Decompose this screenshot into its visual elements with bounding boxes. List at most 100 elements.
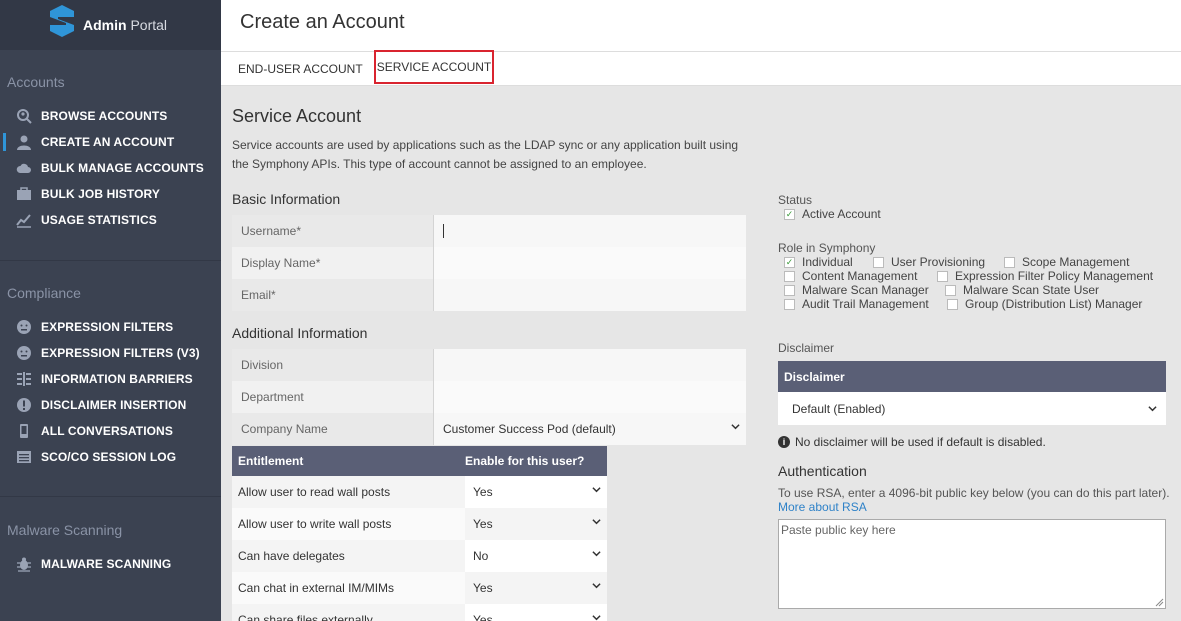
checkbox-label: Malware Scan State User bbox=[963, 283, 1100, 297]
checkbox-box bbox=[937, 270, 948, 282]
table-row: Can share files externally Yes bbox=[232, 604, 607, 621]
disclaimer-select[interactable]: Default (Enabled) bbox=[778, 392, 1166, 425]
nav-expression-filters[interactable]: EXPRESSION FILTERS bbox=[0, 314, 221, 340]
role-checkbox-audit-trail[interactable]: Audit Trail Management bbox=[784, 297, 929, 311]
disclaimer-panel: Disclaimer Default (Enabled) bbox=[778, 361, 1166, 425]
entitlements-table: Entitlement Enable for this user? Allow … bbox=[232, 446, 607, 621]
department-input[interactable] bbox=[434, 381, 746, 413]
nav-label: MALWARE SCANNING bbox=[41, 557, 172, 571]
nav-label: CREATE AN ACCOUNT bbox=[41, 135, 175, 149]
role-checkbox-malware-scan-manager[interactable]: Malware Scan Manager bbox=[784, 283, 929, 297]
section-label-accounts: Accounts bbox=[7, 74, 65, 90]
role-checkbox-expression-filter-policy[interactable]: Expression Filter Policy Management bbox=[937, 269, 1153, 283]
tab-end-user-account[interactable]: END-USER ACCOUNT bbox=[238, 52, 363, 85]
entitlement-select[interactable]: No bbox=[465, 540, 607, 572]
nav-label: BULK JOB HISTORY bbox=[41, 187, 160, 201]
nav-create-account[interactable]: CREATE AN ACCOUNT bbox=[0, 129, 221, 155]
checkbox-label: Scope Management bbox=[1022, 255, 1130, 269]
bug-icon bbox=[15, 555, 33, 573]
role-checkbox-group-manager[interactable]: Group (Distribution List) Manager bbox=[947, 297, 1142, 311]
chevron-down-icon bbox=[592, 583, 601, 589]
nav-expression-filters-v3[interactable]: EXPRESSION FILTERS (V3) bbox=[0, 340, 221, 366]
table-row: Allow user to write wall posts Yes bbox=[232, 508, 607, 540]
nav-label: ALL CONVERSATIONS bbox=[41, 424, 173, 438]
sidebar: Admin Portal Accounts BROWSE ACCOUNTS CR… bbox=[0, 0, 221, 621]
text-cursor bbox=[443, 224, 444, 238]
briefcase-icon bbox=[15, 185, 33, 203]
log-icon bbox=[15, 448, 33, 466]
chevron-down-icon bbox=[1148, 406, 1157, 412]
nav-information-barriers[interactable]: INFORMATION BARRIERS bbox=[0, 366, 221, 392]
company-name-select[interactable]: Customer Success Pod (default) bbox=[434, 413, 746, 445]
checkbox-label: Expression Filter Policy Management bbox=[955, 269, 1154, 283]
resize-grip-icon[interactable] bbox=[1154, 597, 1164, 607]
form-row-username: Username* bbox=[232, 215, 746, 247]
nav-sco-co-session-log[interactable]: SCO/CO SESSION LOG bbox=[0, 444, 221, 470]
role-checkbox-malware-scan-state-user[interactable]: Malware Scan State User bbox=[945, 283, 1099, 297]
nav-bulk-job-history[interactable]: BULK JOB HISTORY bbox=[0, 181, 221, 207]
page-title: Create an Account bbox=[240, 11, 405, 33]
display-name-input[interactable] bbox=[434, 247, 746, 279]
search-user-icon bbox=[15, 107, 33, 125]
nav-browse-accounts[interactable]: BROWSE ACCOUNTS bbox=[0, 103, 221, 129]
brand[interactable]: Admin Portal bbox=[0, 0, 221, 50]
nav-disclaimer-insertion[interactable]: DISCLAIMER INSERTION bbox=[0, 392, 221, 418]
sidebar-divider bbox=[0, 496, 221, 497]
username-input[interactable] bbox=[434, 215, 746, 247]
column-header-enable: Enable for this user? bbox=[465, 454, 585, 468]
checkbox-box bbox=[945, 284, 956, 296]
email-input[interactable] bbox=[434, 279, 746, 311]
basic-info-heading: Basic Information bbox=[232, 191, 341, 207]
column-header-entitlement: Entitlement bbox=[238, 454, 304, 468]
sidebar-divider bbox=[0, 260, 221, 261]
role-checkbox-user-provisioning[interactable]: User Provisioning bbox=[873, 255, 985, 269]
role-checkbox-content-management[interactable]: Content Management bbox=[784, 269, 917, 283]
division-input[interactable] bbox=[434, 349, 746, 381]
entitlement-select[interactable]: Yes bbox=[465, 604, 607, 621]
entitlement-select[interactable]: Yes bbox=[465, 476, 607, 508]
nav-label: EXPRESSION FILTERS bbox=[41, 320, 174, 334]
table-row: Can chat in external IM/MIMs Yes bbox=[232, 572, 607, 604]
field-label: Username* bbox=[232, 215, 434, 247]
entitlement-value: Yes bbox=[473, 581, 493, 595]
role-checkbox-individual[interactable]: ✓ Individual bbox=[784, 255, 853, 269]
entitlement-select[interactable]: Yes bbox=[465, 508, 607, 540]
nav-label: INFORMATION BARRIERS bbox=[41, 372, 193, 386]
nav-malware-scanning[interactable]: MALWARE SCANNING bbox=[0, 551, 221, 577]
main-content: Service Account Service accounts are use… bbox=[221, 86, 1181, 621]
entitlement-value: Yes bbox=[473, 517, 493, 531]
nav-usage-statistics[interactable]: USAGE STATISTICS bbox=[0, 207, 221, 233]
checkbox-box bbox=[784, 298, 795, 310]
nav-all-conversations[interactable]: ALL CONVERSATIONS bbox=[0, 418, 221, 444]
checkbox-label: Malware Scan Manager bbox=[802, 283, 929, 297]
section-title: Service Account bbox=[232, 106, 362, 126]
public-key-textarea[interactable] bbox=[778, 519, 1166, 609]
form-row-department: Department bbox=[232, 381, 746, 413]
entitlement-label: Can have delegates bbox=[232, 540, 465, 572]
entitlement-select[interactable]: Yes bbox=[465, 572, 607, 604]
table-row: Can have delegates No bbox=[232, 540, 607, 572]
checkbox-label: User Provisioning bbox=[891, 255, 986, 269]
nav-bulk-manage-accounts[interactable]: BULK MANAGE ACCOUNTS bbox=[0, 155, 221, 181]
disclaimer-info: i No disclaimer will be used if default … bbox=[778, 435, 1046, 449]
form-row-display-name: Display Name* bbox=[232, 247, 746, 279]
role-checkbox-scope-management[interactable]: Scope Management bbox=[1004, 255, 1129, 269]
field-label: Display Name* bbox=[232, 247, 434, 279]
form-row-email: Email* bbox=[232, 279, 746, 311]
field-label: Division bbox=[232, 349, 434, 381]
role-label: Role in Symphony bbox=[778, 241, 876, 255]
more-about-rsa-link[interactable]: More about RSA bbox=[778, 500, 867, 514]
status-active-checkbox[interactable]: ✓ Active Account bbox=[784, 207, 881, 221]
field-label: Department bbox=[232, 381, 434, 413]
exclamation-icon bbox=[15, 396, 33, 414]
page-header: Create an Account bbox=[221, 0, 1181, 52]
disclaimer-label: Disclaimer bbox=[778, 341, 835, 355]
authentication-heading: Authentication bbox=[778, 463, 867, 479]
tab-service-account[interactable]: SERVICE ACCOUNT bbox=[374, 50, 494, 84]
entitlement-label: Allow user to write wall posts bbox=[232, 508, 465, 540]
checkbox-label: Individual bbox=[802, 255, 853, 269]
authentication-description: To use RSA, enter a 4096-bit public key … bbox=[778, 486, 1170, 500]
disclaimer-value: Default (Enabled) bbox=[792, 401, 886, 416]
field-label: Email* bbox=[232, 279, 434, 311]
cloud-icon bbox=[15, 159, 33, 177]
